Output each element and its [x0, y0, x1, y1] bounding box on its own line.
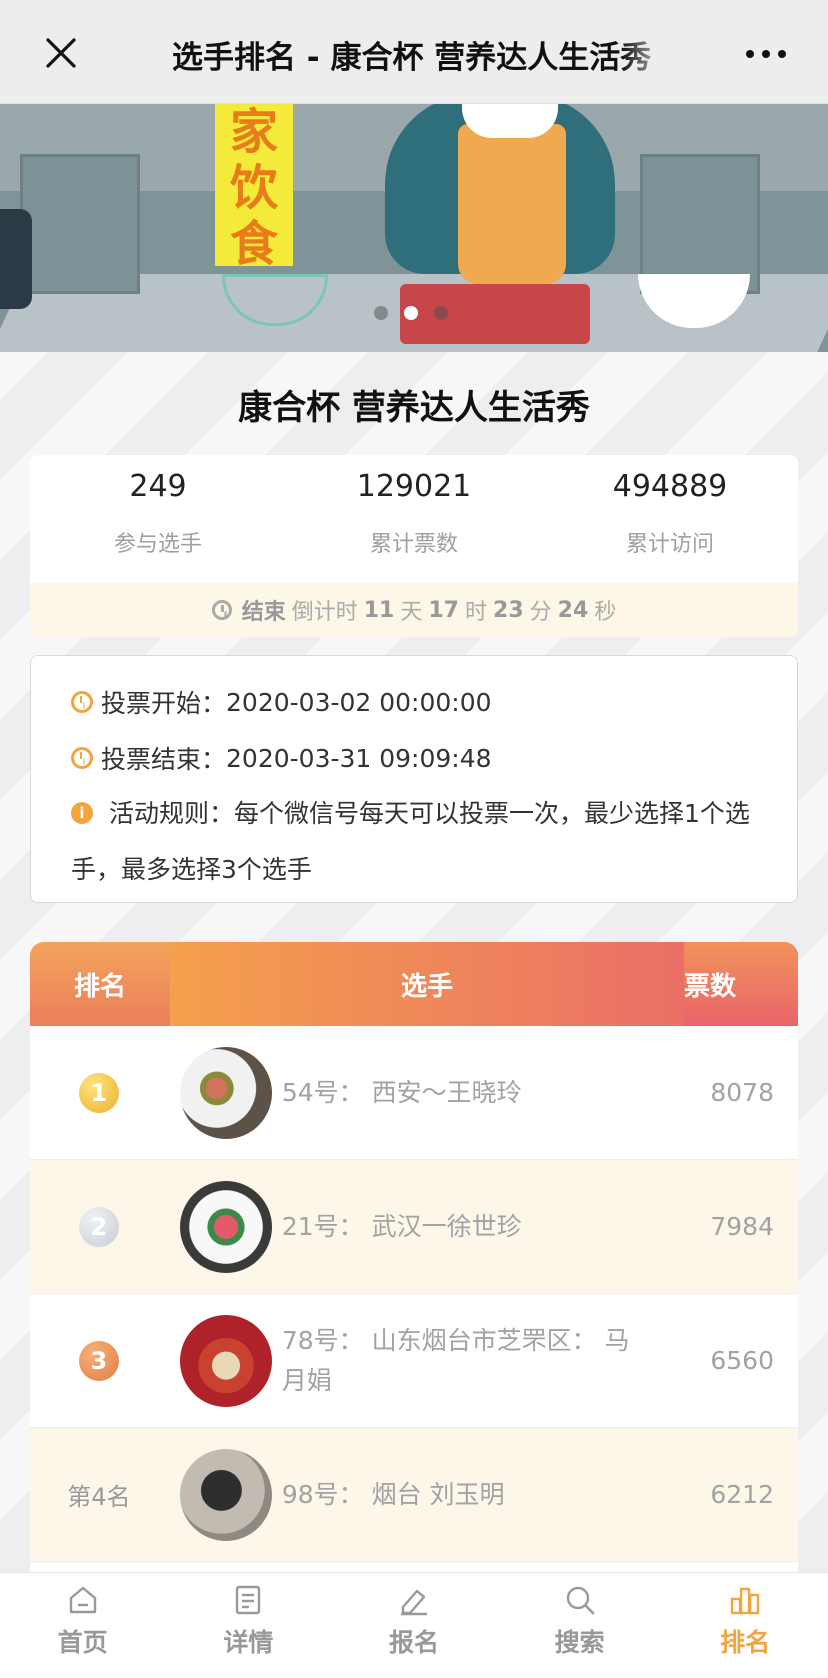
vote-start-row: 投票开始： 2020-03-02 00:00:00: [71, 674, 759, 730]
more-dots-icon[interactable]: [746, 50, 786, 58]
rules-row: i 活动规则：每个微信号每天可以投票一次，最少选择1个选手，最多选择3个选手: [71, 786, 759, 898]
banner-sign-char: 家: [229, 104, 278, 160]
ranking-table: 排名 选手 票数 1 54号： 西安～王晓玲 8078 2 21号： 武汉一徐世…: [30, 942, 798, 1582]
carousel-dot[interactable]: [404, 306, 418, 320]
clock-icon: [71, 691, 93, 713]
vote-count: 7984: [710, 1212, 774, 1241]
stat-votes: 129021 累计票数: [286, 455, 542, 583]
tab-search[interactable]: 搜索: [497, 1573, 663, 1678]
search-icon: [566, 1586, 594, 1615]
banner-sign-char: 食: [229, 216, 278, 272]
tab-signup[interactable]: 报名: [331, 1573, 497, 1678]
tab-label: 搜索: [554, 1628, 605, 1657]
vote-count: 6212: [710, 1480, 774, 1509]
rules-label: 活动规则：: [108, 799, 234, 828]
countdown-prefix: 倒计时: [291, 600, 358, 625]
avatar[interactable]: [179, 1046, 272, 1139]
document-icon: [236, 1585, 261, 1615]
table-row[interactable]: 2 21号： 武汉一徐世珍 7984: [30, 1160, 798, 1294]
tab-details[interactable]: 详情: [166, 1573, 332, 1678]
vote-start-value: 2020-03-02 00:00:00: [226, 687, 492, 717]
carousel-dots[interactable]: [374, 306, 448, 320]
clock-icon: [211, 600, 232, 620]
countdown-minutes-unit: 分: [529, 600, 552, 625]
player-name[interactable]: 21号： 武汉一徐世珍: [272, 1207, 648, 1247]
stat-players: 249 参与选手: [30, 455, 286, 583]
vote-end-value: 2020-03-31 09:09:48: [226, 743, 492, 773]
header-votes: 票数: [684, 942, 798, 1026]
rank-cell: 3: [30, 1340, 168, 1381]
ranking-icon: [730, 1587, 760, 1615]
banner-carousel[interactable]: 家 饮 食: [0, 104, 828, 352]
table-row[interactable]: 1 54号： 西安～王晓玲 8078: [30, 1026, 798, 1160]
clock-icon: [71, 747, 93, 769]
player-name[interactable]: 54号： 西安～王晓玲: [272, 1073, 648, 1113]
countdown-bar: 结束 倒计时 11 天 17 时 23 分 24 秒: [30, 583, 798, 637]
stat-value: 494889: [612, 469, 728, 504]
tab-label: 详情: [223, 1628, 274, 1657]
player-name[interactable]: 78号： 山东烟台市芝罘区： 马月娟: [272, 1321, 648, 1401]
stat-label: 累计访问: [625, 532, 714, 557]
header-player: 选手: [170, 942, 684, 1026]
rank-cell: 第4名: [67, 1483, 131, 1511]
vote-count: 8078: [710, 1078, 774, 1107]
carousel-dot[interactable]: [374, 306, 388, 320]
stat-value: 129021: [356, 469, 472, 504]
avatar[interactable]: [179, 1180, 272, 1273]
ranking-header: 排名 选手 票数: [30, 942, 798, 1026]
stat-label: 累计票数: [369, 532, 458, 557]
rank-cell: 2: [30, 1206, 168, 1247]
banner-sign-char: 饮: [229, 160, 278, 216]
countdown-hours-unit: 时: [465, 600, 488, 625]
countdown-seconds-unit: 秒: [594, 600, 617, 625]
countdown-hours: 17: [428, 597, 459, 623]
stat-visits: 494889 累计访问: [542, 455, 798, 583]
vote-count: 6560: [710, 1346, 774, 1375]
bronze-medal-icon: 3: [78, 1340, 119, 1381]
rank-cell: 1: [30, 1072, 168, 1113]
tab-ranking[interactable]: 排名: [662, 1573, 828, 1678]
countdown-days: 11: [363, 597, 395, 623]
stat-label: 参与选手: [113, 532, 202, 557]
countdown-status: 结束: [241, 600, 286, 625]
avatar[interactable]: [179, 1448, 272, 1541]
banner-cabinet: [640, 154, 760, 294]
countdown-minutes: 23: [493, 597, 524, 623]
countdown-seconds: 24: [557, 597, 589, 623]
stats-card: 249 参与选手 129021 累计票数 494889 累计访问 结束 倒计时 …: [30, 455, 798, 637]
banner-cabinet: [20, 154, 140, 294]
activity-info-card: 投票开始： 2020-03-02 00:00:00 投票结束： 2020-03-…: [30, 655, 798, 903]
tab-label: 首页: [57, 1628, 108, 1657]
gold-medal-icon: 1: [78, 1072, 119, 1113]
tab-home[interactable]: 首页: [0, 1573, 166, 1678]
edit-icon: [400, 1589, 427, 1616]
avatar[interactable]: [179, 1314, 272, 1407]
banner-apron: [458, 124, 566, 284]
close-icon[interactable]: [44, 36, 78, 70]
table-row[interactable]: 第4名 98号： 烟台 刘玉明 6212: [30, 1428, 798, 1562]
info-icon: i: [71, 802, 93, 824]
vote-start-label: 投票开始：: [101, 689, 227, 718]
banner-collar: [462, 104, 558, 138]
table-row[interactable]: 3 78号： 山东烟台市芝罘区： 马月娟 6560: [30, 1294, 798, 1428]
stat-value: 249: [129, 469, 187, 504]
player-name[interactable]: 98号： 烟台 刘玉明: [272, 1475, 648, 1515]
header-rank: 排名: [30, 942, 170, 1026]
banner-pot: [0, 209, 32, 309]
carousel-dot[interactable]: [434, 306, 448, 320]
nav-bar: 选手排名 - 康合杯 营养达人生活秀: [0, 0, 828, 104]
banner-sign: 家 饮 食: [215, 104, 293, 272]
silver-medal-icon: 2: [78, 1206, 119, 1247]
countdown-days-unit: 天: [400, 600, 423, 625]
activity-title: 康合杯 营养达人生活秀: [238, 388, 590, 428]
home-icon: [69, 1586, 96, 1614]
vote-end-label: 投票结束：: [101, 745, 227, 774]
tab-label: 排名: [720, 1628, 771, 1657]
bottom-tab-bar: 首页 详情 报名 搜索 排名: [0, 1572, 828, 1678]
tab-label: 报名: [388, 1628, 439, 1657]
page-title: 选手排名 - 康合杯 营养达人生活秀: [172, 40, 652, 76]
vote-end-row: 投票结束： 2020-03-31 09:09:48: [71, 730, 759, 786]
